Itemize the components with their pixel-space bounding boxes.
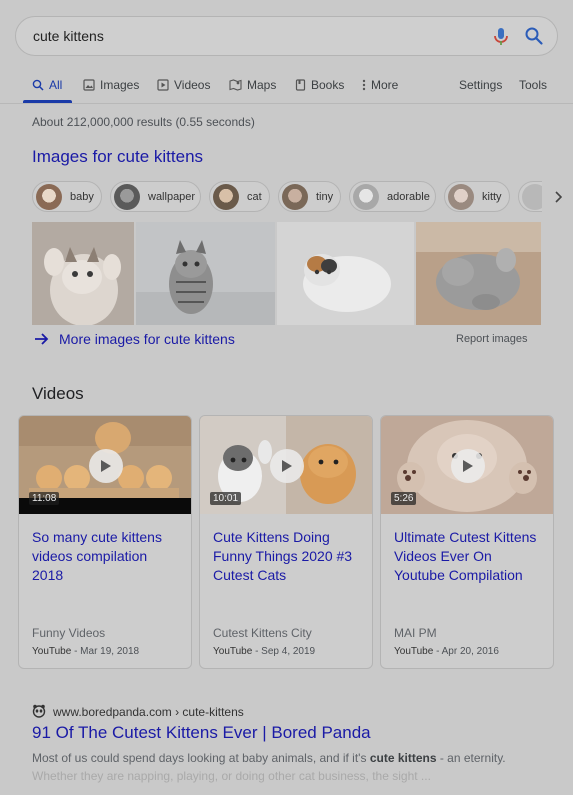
video-title[interactable]: Cute Kittens Doing Funny Things 2020 #3 … xyxy=(213,528,363,585)
chevron-right-icon[interactable] xyxy=(542,181,573,212)
video-card[interactable]: 10:01 Cute Kittens Doing Funny Things 20… xyxy=(199,415,373,669)
tab-more[interactable]: More xyxy=(362,78,398,92)
result-stats: About 212,000,000 results (0.55 seconds) xyxy=(32,115,255,129)
snippet-text: Most of us could spend days looking at b… xyxy=(32,751,370,765)
image-result[interactable] xyxy=(277,222,414,325)
search-bar[interactable]: cute kittens xyxy=(15,16,558,56)
chip-label: adorable xyxy=(387,190,430,203)
video-channel: MAI PM xyxy=(394,626,437,640)
search-icon[interactable] xyxy=(524,26,544,46)
more-images-label: More images for cute kittens xyxy=(59,331,235,347)
tab-label: Tools xyxy=(519,78,548,92)
search-icon xyxy=(32,79,44,91)
video-meta: YouTube - Sep 4, 2019 xyxy=(213,646,315,657)
chip-thumbnail xyxy=(282,183,308,210)
video-source: YouTube xyxy=(213,646,253,657)
chip-thumbnail xyxy=(114,183,140,210)
video-duration: 11:08 xyxy=(29,492,60,505)
image-result[interactable] xyxy=(32,222,134,325)
image-icon xyxy=(83,79,95,91)
tab-all[interactable]: All xyxy=(32,78,62,92)
video-icon xyxy=(157,79,169,91)
play-icon[interactable] xyxy=(451,449,485,483)
chip-thumbnail xyxy=(353,183,379,210)
video-duration: 5:26 xyxy=(391,492,417,505)
snippet-highlight: cute kittens xyxy=(369,751,437,765)
chip-label: kitty xyxy=(482,190,502,203)
tab-label: Books xyxy=(311,78,345,92)
video-source: YouTube xyxy=(32,646,72,657)
tab-label: Maps xyxy=(247,78,277,92)
images-heading[interactable]: Images for cute kittens xyxy=(32,147,203,167)
chip-baby[interactable]: baby xyxy=(32,181,102,212)
video-card[interactable]: 5:26 Ultimate Cutest Kittens Videos Ever… xyxy=(380,415,554,669)
snippet-text-faded: Whether they are napping, playing, or do… xyxy=(32,769,431,783)
tab-tools[interactable]: Tools xyxy=(519,78,547,92)
tab-label: More xyxy=(371,78,399,92)
result-url[interactable]: www.boredpanda.com › cute-kittens xyxy=(53,705,244,719)
chip-label: tiny xyxy=(316,190,334,203)
tab-label: Images xyxy=(100,78,140,92)
image-chips: baby wallpaper cat tiny adorable kitty xyxy=(32,181,573,213)
chip-tiny[interactable]: tiny xyxy=(278,181,341,212)
video-channel: Funny Videos xyxy=(32,626,106,640)
tab-images[interactable]: Images xyxy=(83,78,139,92)
video-source: YouTube xyxy=(394,646,434,657)
chip-label: wallpaper xyxy=(148,190,196,203)
video-date: - Apr 20, 2016 xyxy=(433,646,499,657)
chip-label: cat xyxy=(247,190,262,203)
search-input[interactable]: cute kittens xyxy=(33,28,104,44)
more-images-link[interactable]: More images for cute kittens xyxy=(34,331,235,347)
chip-wallpaper[interactable]: wallpaper xyxy=(110,181,201,212)
tab-videos[interactable]: Videos xyxy=(157,78,210,92)
tab-books[interactable]: Books xyxy=(295,78,344,92)
video-title[interactable]: Ultimate Cutest Kittens Videos Ever On Y… xyxy=(394,528,544,585)
report-images-link[interactable]: Report images xyxy=(456,333,528,345)
search-tabs: All Images Videos Maps Books More Settin… xyxy=(0,70,573,104)
video-channel: Cutest Kittens City xyxy=(213,626,312,640)
video-date: - Sep 4, 2019 xyxy=(252,646,316,657)
book-icon xyxy=(295,79,306,91)
boredpanda-favicon-icon xyxy=(32,704,46,718)
active-tab-indicator xyxy=(23,100,72,103)
video-duration: 10:01 xyxy=(210,492,242,505)
tab-label: All xyxy=(49,78,63,92)
result-snippet: Most of us could spend days looking at b… xyxy=(32,749,552,785)
tab-settings[interactable]: Settings xyxy=(459,78,502,92)
video-date: - Mar 19, 2018 xyxy=(71,646,140,657)
play-icon[interactable] xyxy=(89,449,123,483)
chip-cat[interactable]: cat xyxy=(209,181,270,212)
chip-label: baby xyxy=(70,190,94,203)
arrow-right-icon xyxy=(35,333,49,345)
snippet-text: - an eternity. xyxy=(436,751,506,765)
image-result[interactable] xyxy=(416,222,541,325)
play-icon[interactable] xyxy=(270,449,304,483)
microphone-icon[interactable] xyxy=(492,27,510,47)
tab-maps[interactable]: Maps xyxy=(229,78,276,92)
image-result[interactable] xyxy=(136,222,275,325)
videos-heading: Videos xyxy=(32,384,84,403)
map-icon xyxy=(229,79,242,91)
tab-label: Settings xyxy=(459,78,503,92)
tab-label: Videos xyxy=(174,78,211,92)
video-meta: YouTube - Apr 20, 2016 xyxy=(394,646,499,657)
chip-thumbnail xyxy=(213,183,239,210)
video-card[interactable]: 11:08 So many cute kittens videos compil… xyxy=(18,415,192,669)
more-dots-icon xyxy=(362,79,366,91)
chip-thumbnail xyxy=(448,183,474,210)
chip-kitty[interactable]: kitty xyxy=(444,181,510,212)
chip-thumbnail xyxy=(36,183,62,210)
video-title[interactable]: So many cute kittens videos compilation … xyxy=(32,528,182,585)
chip-adorable[interactable]: adorable xyxy=(349,181,436,212)
result-title[interactable]: 91 Of The Cutest Kittens Ever | Bored Pa… xyxy=(32,723,371,743)
video-meta: YouTube - Mar 19, 2018 xyxy=(32,646,139,657)
